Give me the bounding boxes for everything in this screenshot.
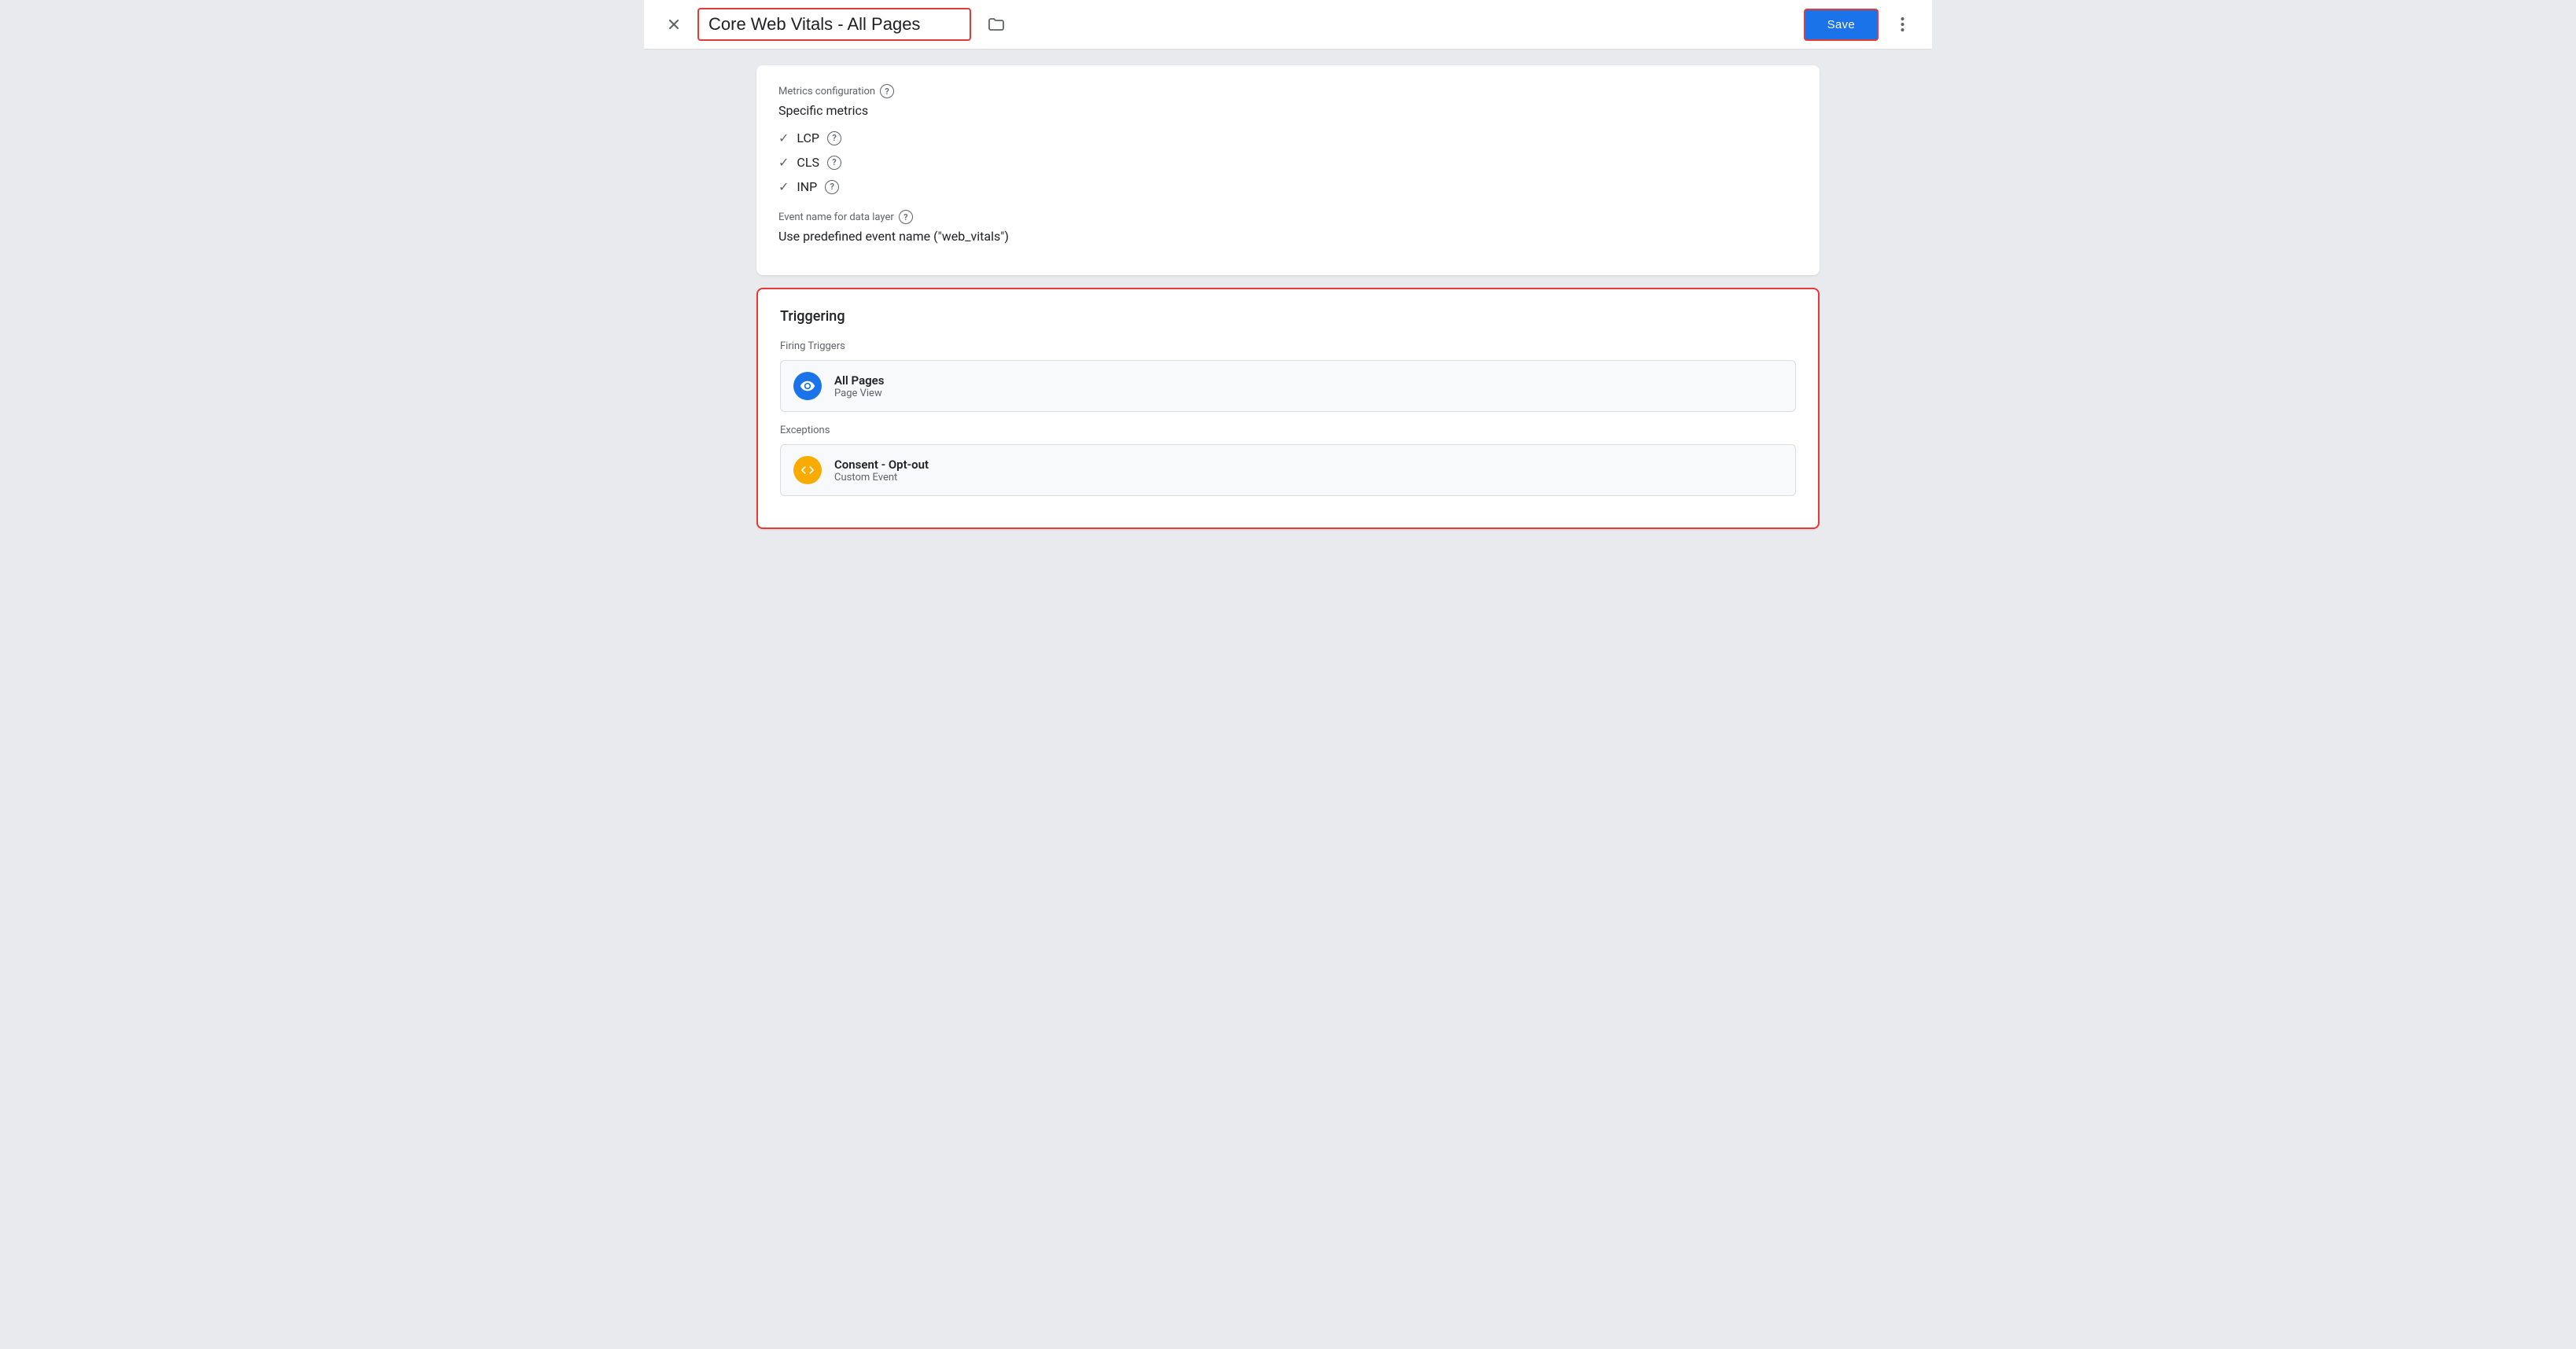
metric-item-cls: ✓ CLS ? [778, 155, 1798, 170]
folder-button[interactable] [987, 15, 1006, 34]
consent-optout-icon [793, 456, 822, 484]
top-bar: Save [644, 0, 1932, 50]
all-pages-icon [793, 372, 822, 400]
save-button[interactable]: Save [1804, 9, 1879, 41]
exceptions-label: Exceptions [780, 425, 1796, 436]
cls-check-icon: ✓ [778, 155, 789, 170]
all-pages-trigger-info: All Pages Page View [834, 373, 884, 399]
main-content: Metrics configuration ? Specific metrics… [738, 50, 1838, 545]
inp-help-icon[interactable]: ? [825, 180, 839, 194]
app-container: Save Metrics configuration ? Specific me… [644, 0, 1932, 1349]
event-name-label: Event name for data layer ? [778, 210, 1798, 224]
event-name-help-icon[interactable]: ? [899, 210, 913, 224]
cls-help-icon[interactable]: ? [827, 156, 841, 170]
metric-item-lcp: ✓ LCP ? [778, 130, 1798, 145]
firing-triggers-label: Firing Triggers [780, 340, 1796, 352]
cls-label: CLS [797, 155, 819, 170]
inp-label: INP [797, 179, 817, 194]
specific-metrics-label: Specific metrics [778, 103, 1798, 118]
all-pages-trigger-type: Page View [834, 388, 884, 399]
all-pages-trigger-name: All Pages [834, 373, 884, 388]
metric-item-inp: ✓ INP ? [778, 179, 1798, 194]
lcp-label: LCP [797, 130, 819, 145]
metrics-card: Metrics configuration ? Specific metrics… [756, 65, 1820, 275]
consent-optout-trigger[interactable]: Consent - Opt-out Custom Event [780, 444, 1796, 496]
lcp-check-icon: ✓ [778, 130, 789, 145]
event-name-value: Use predefined event name ("web_vitals") [778, 229, 1798, 244]
consent-optout-trigger-type: Custom Event [834, 472, 929, 483]
close-button[interactable] [660, 10, 688, 39]
triggering-title: Triggering [780, 308, 1796, 325]
more-options-button[interactable] [1888, 10, 1916, 39]
title-input[interactable] [708, 14, 960, 35]
all-pages-trigger[interactable]: All Pages Page View [780, 360, 1796, 412]
metrics-config-help-icon[interactable]: ? [880, 84, 894, 98]
metrics-config-label: Metrics configuration ? [778, 84, 1798, 98]
consent-optout-trigger-info: Consent - Opt-out Custom Event [834, 458, 929, 483]
lcp-help-icon[interactable]: ? [827, 131, 841, 145]
consent-optout-trigger-name: Consent - Opt-out [834, 458, 929, 472]
triggering-card: Triggering Firing Triggers All Pages Pag… [756, 288, 1820, 529]
title-input-wrapper [697, 8, 971, 41]
inp-check-icon: ✓ [778, 179, 789, 194]
